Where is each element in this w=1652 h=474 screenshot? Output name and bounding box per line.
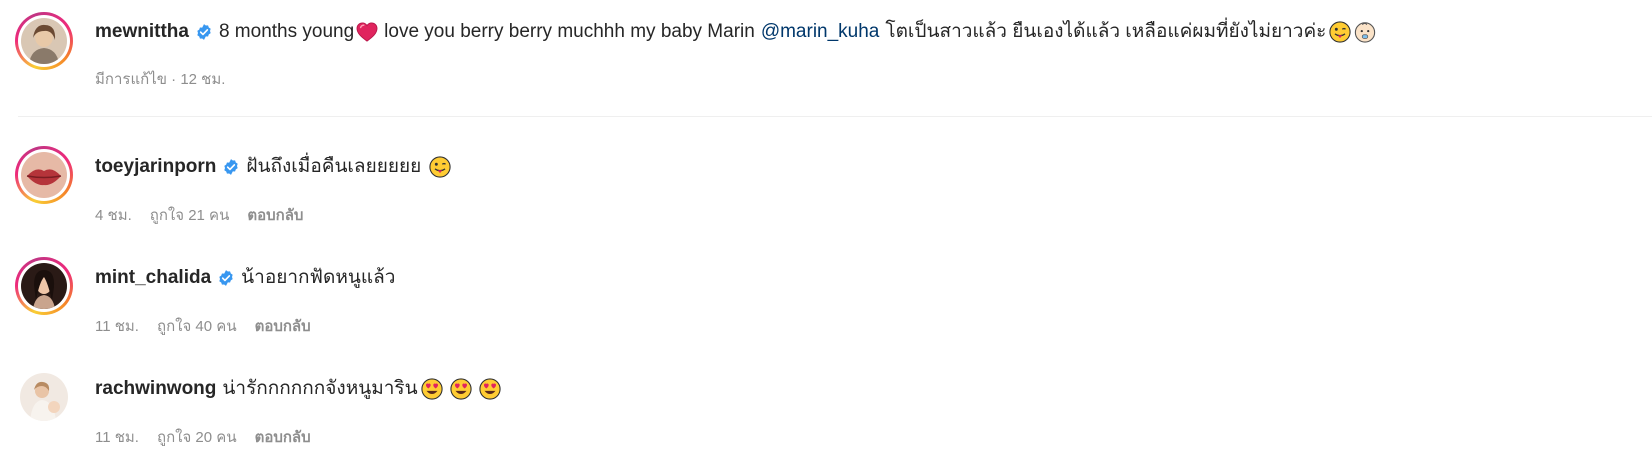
reply-button[interactable]: ตอบกลับ	[247, 207, 303, 225]
avatar-mint-chalida[interactable]	[15, 257, 73, 315]
comment-line: rachwinwong น่ารักกกกกกจังหนูมาริน	[95, 377, 501, 401]
comment-text: น้าอยากฟัดหนูแล้ว	[241, 267, 396, 288]
caption-text-1: 8 months young	[218, 21, 355, 42]
comment-item: toeyjarinporn ฝันถึงเมื่อคืนเลยยยยย 4 ชม…	[0, 117, 1652, 224]
comment-item: rachwinwong น่ารักกกกกกจังหนูมาริน 11 ชม…	[0, 339, 1652, 446]
comment-time: 11 ชม.	[95, 429, 139, 446]
comment-meta: 11 ชม. ถูกใจ 40 คน ตอบกลับ	[95, 318, 329, 336]
comment-text: น่ารักกกกกกจังหนูมาริน	[222, 378, 418, 399]
caption-text-thai: โตเป็นสาวแล้ว ยืนเองได้แล้ว เหลือแค่ผมที…	[885, 21, 1327, 42]
comment-line: mint_chalida น้าอยากฟัดหนูแล้ว	[95, 266, 395, 290]
mention-link[interactable]: @marin_kuha	[761, 20, 880, 44]
heart-eyes-emoji-icon	[478, 378, 501, 400]
verified-badge-icon	[219, 270, 233, 286]
comment-username[interactable]: rachwinwong	[95, 377, 216, 401]
comment-username[interactable]: mint_chalida	[95, 266, 211, 290]
post-caption: mewnittha 8 months young love you berry …	[0, 0, 1652, 116]
winking-tongue-emoji-icon	[429, 156, 451, 178]
caption-text-2: love you berry berry muchhh my baby Mari…	[384, 21, 755, 42]
caption-line: mewnittha 8 months young love you berry …	[95, 20, 1376, 44]
comment-likes[interactable]: ถูกใจ 40 คน	[157, 318, 237, 336]
caption-edited-time: มีการแก้ไข · 12 ชม.	[95, 71, 226, 88]
comment-line: toeyjarinporn ฝันถึงเมื่อคืนเลยยยยย	[95, 155, 451, 179]
avatar-toeyjarinporn[interactable]	[15, 146, 73, 204]
avatar-rachwinwong[interactable]	[20, 373, 68, 421]
comment-time: 4 ชม.	[95, 207, 132, 224]
comment-meta: 11 ชม. ถูกใจ 20 คน ตอบกลับ	[95, 429, 329, 447]
comment-likes[interactable]: ถูกใจ 21 คน	[150, 207, 230, 225]
comment-username[interactable]: toeyjarinporn	[95, 155, 216, 179]
heart-eyes-emoji-icon	[449, 378, 472, 400]
heart-eyes-emoji-icon	[420, 378, 443, 400]
comment-time: 11 ชม.	[95, 318, 139, 335]
reply-button[interactable]: ตอบกลับ	[255, 429, 311, 447]
verified-badge-icon	[224, 159, 239, 175]
comment-likes[interactable]: ถูกใจ 20 คน	[157, 429, 237, 447]
winking-tongue-emoji-icon	[1329, 21, 1352, 43]
caption-meta: มีการแก้ไข · 12 ชม.	[95, 71, 243, 89]
comment-text: ฝันถึงเมื่อคืนเลยยยยย	[246, 156, 422, 177]
caption-username[interactable]: mewnittha	[95, 20, 189, 44]
avatar-mewnittha[interactable]	[15, 12, 73, 70]
heart-emoji-icon	[356, 22, 378, 42]
comment-meta: 4 ชม. ถูกใจ 21 คน ตอบกลับ	[95, 207, 321, 225]
verified-badge-icon	[197, 24, 211, 40]
reply-button[interactable]: ตอบกลับ	[255, 318, 311, 336]
comment-item: mint_chalida น้าอยากฟัดหนูแล้ว 11 ชม. ถู…	[0, 228, 1652, 335]
baby-emoji-icon	[1355, 22, 1376, 43]
